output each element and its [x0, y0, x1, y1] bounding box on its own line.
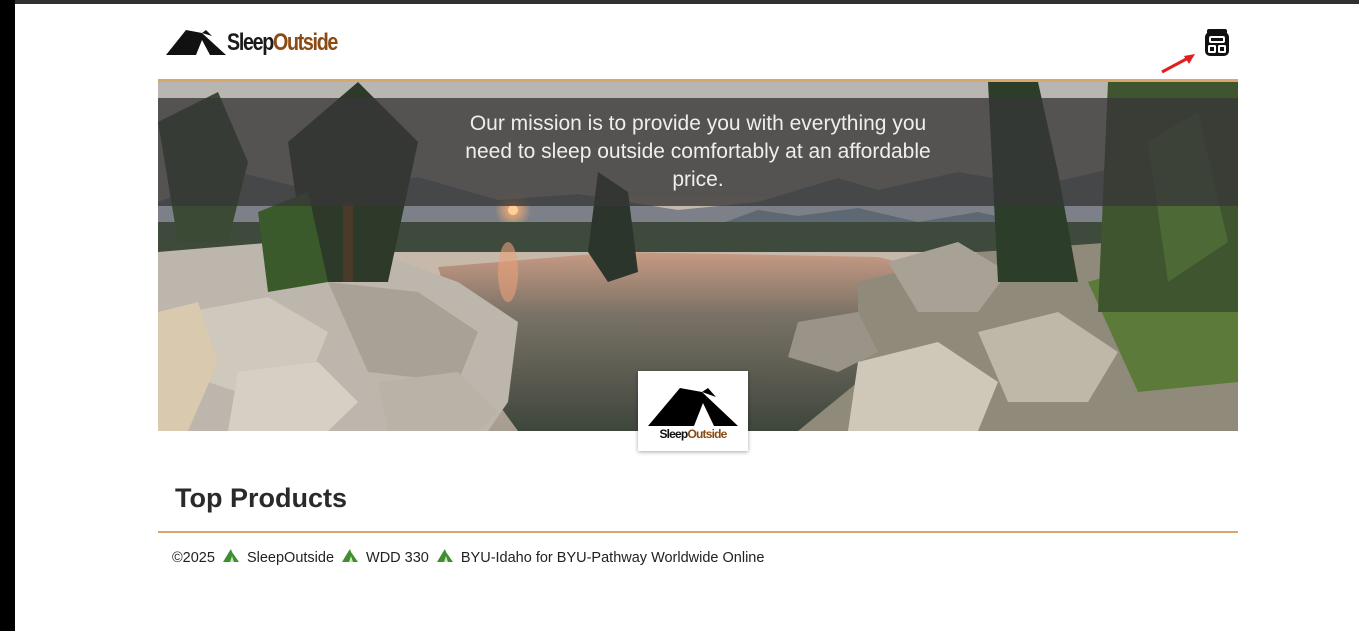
badge-logo-text-sleep: Sleep [659, 427, 688, 441]
tent-logo-icon [648, 388, 738, 426]
tent-icon [222, 549, 239, 567]
hero-logo-badge: SleepOutside [638, 371, 748, 451]
logo-text-sleep: Sleep [227, 29, 274, 56]
footer-divider [158, 531, 1238, 533]
red-arrow-icon [1161, 54, 1195, 74]
logo-text-outside: Outside [272, 29, 338, 56]
tent-icon [436, 549, 453, 567]
site-footer: ©2025 SleepOutside WDD 330 BYU-Idaho for… [172, 549, 764, 567]
logo-text: SleepOutside [227, 29, 338, 56]
site-header: SleepOutside [158, 4, 1238, 80]
footer-item-course: WDD 330 [366, 550, 429, 566]
badge-logo-text-outside: Outside [687, 427, 727, 441]
footer-item-sleepoutside: SleepOutside [246, 550, 335, 566]
mission-statement: Our mission is to provide you with every… [465, 112, 931, 191]
tent-icon [342, 549, 359, 567]
cart-backpack-icon[interactable] [1203, 26, 1231, 58]
badge-logo-text: SleepOutside [638, 427, 748, 441]
window-left-edge [0, 0, 15, 631]
site-logo[interactable]: SleepOutside [166, 28, 361, 56]
tent-logo-icon [166, 30, 226, 55]
footer-copyright: ©2025 [172, 550, 215, 566]
mission-overlay: Our mission is to provide you with every… [158, 98, 1238, 206]
footer-item-school: BYU-Idaho for BYU-Pathway Worldwide Onli… [460, 550, 765, 566]
top-products-heading: Top Products [175, 483, 347, 513]
